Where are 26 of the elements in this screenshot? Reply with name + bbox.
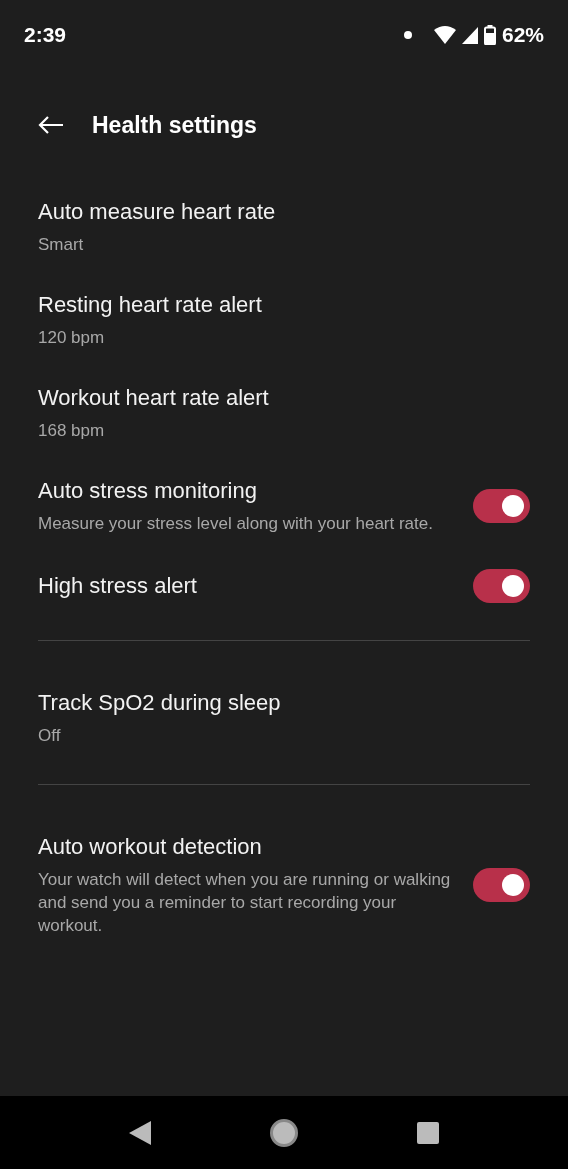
setting-value: 120 bpm (38, 327, 106, 349)
home-nav-icon[interactable] (270, 1118, 298, 1147)
setting-title: Resting heart rate alert (38, 291, 263, 319)
recents-nav-icon[interactable] (416, 1121, 439, 1144)
setting-title: Auto workout detection (38, 833, 263, 861)
back-nav-icon[interactable] (129, 1120, 152, 1145)
notification-dot-icon (403, 31, 412, 39)
setting-title: Auto stress monitoring (38, 477, 258, 505)
toggle-switch[interactable] (473, 569, 530, 603)
setting-value: Smart (38, 234, 85, 256)
toggle-switch[interactable] (473, 488, 530, 523)
setting-description: Your watch will detect when you are running or walking and send you a reminder to start recording your workout. (38, 869, 452, 937)
setting-title: Workout heart rate alert (38, 384, 270, 412)
setting-value: Off (38, 725, 62, 747)
signal-icon (461, 26, 478, 44)
page-title: Health settings (92, 110, 257, 140)
battery-percentage: 62% (501, 22, 544, 49)
setting-title: Auto measure heart rate (38, 198, 277, 226)
wifi-icon (433, 26, 456, 44)
setting-title: High stress alert (38, 572, 198, 600)
toggle-switch[interactable] (473, 867, 530, 902)
setting-title: Track SpO2 during sleep (38, 689, 282, 717)
battery-icon (483, 25, 496, 45)
status-time: 2:39 (24, 22, 67, 49)
setting-description: Measure your stress level along with your heart rate. (38, 513, 434, 535)
setting-value: 168 bpm (38, 420, 106, 442)
